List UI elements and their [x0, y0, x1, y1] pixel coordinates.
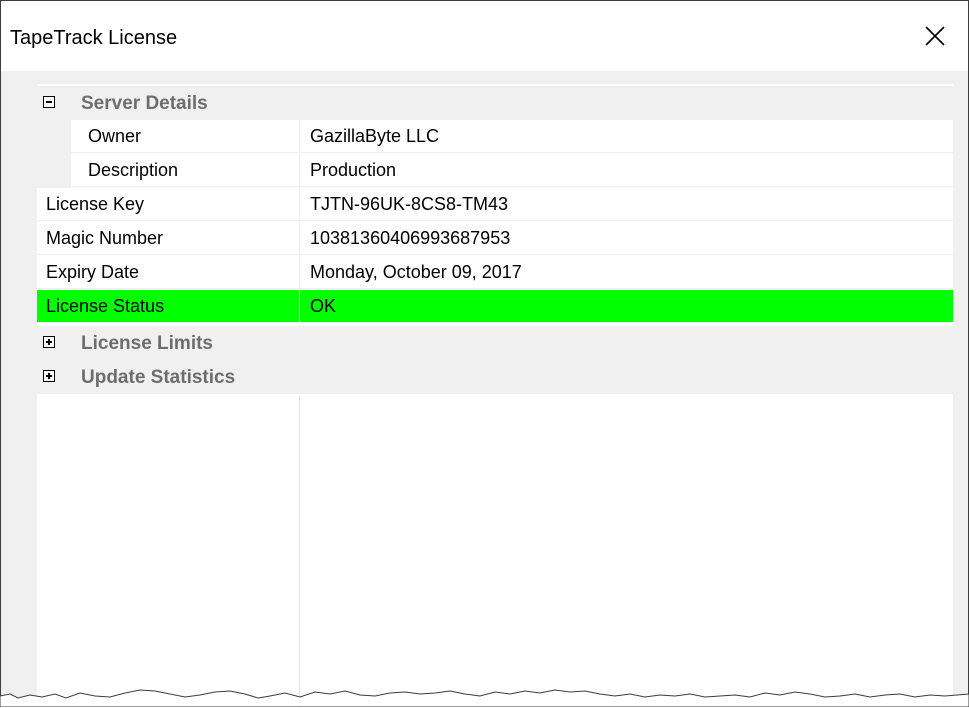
plus-box-icon[interactable] [43, 370, 55, 382]
property-name[interactable]: Expiry Date [37, 256, 299, 289]
plus-box-icon[interactable] [43, 336, 55, 348]
category-server-details[interactable]: Server Details [37, 86, 953, 120]
property-row-expiry-date[interactable]: Expiry Date Monday, October 09, 2017 [37, 256, 953, 290]
property-value[interactable]: Production [299, 154, 953, 187]
window-title: TapeTrack License [10, 27, 178, 49]
close-icon [925, 26, 945, 46]
close-button[interactable] [908, 1, 968, 71]
property-name[interactable]: License Status [37, 290, 299, 323]
row-indent [37, 154, 71, 188]
property-row-license-status[interactable]: License Status OK [37, 290, 953, 324]
property-name[interactable]: License Key [37, 188, 299, 221]
category-update-statistics[interactable]: Update Statistics [37, 360, 953, 394]
property-value[interactable]: TJTN-96UK-8CS8-TM43 [299, 188, 953, 221]
property-value[interactable]: 10381360406993687953 [299, 222, 953, 255]
property-name[interactable]: Magic Number [37, 222, 299, 255]
property-row-description[interactable]: Description Production [37, 154, 953, 188]
category-label: License Limits [81, 333, 213, 354]
torn-edge [0, 689, 969, 707]
property-name[interactable]: Description [71, 154, 299, 187]
minus-box-icon[interactable] [43, 96, 55, 108]
property-value[interactable]: Monday, October 09, 2017 [299, 256, 953, 289]
license-dialog: TapeTrack License Server Details Owner G… [0, 0, 969, 708]
category-label: Server Details [81, 93, 208, 114]
property-row-license-key[interactable]: License Key TJTN-96UK-8CS8-TM43 [37, 188, 953, 222]
category-license-limits[interactable]: License Limits [37, 326, 953, 360]
row-indent [37, 120, 71, 154]
property-grid: Server Details Owner GazillaByte LLC Des… [37, 84, 953, 708]
property-value[interactable]: GazillaByte LLC [299, 120, 953, 153]
category-label: Update Statistics [81, 367, 236, 388]
column-splitter[interactable] [299, 396, 300, 708]
status-badge[interactable]: OK [299, 290, 953, 323]
property-name[interactable]: Owner [71, 120, 299, 153]
title-bar: TapeTrack License [1, 1, 968, 71]
property-row-magic-number[interactable]: Magic Number 10381360406993687953 [37, 222, 953, 256]
property-row-owner[interactable]: Owner GazillaByte LLC [37, 120, 953, 154]
